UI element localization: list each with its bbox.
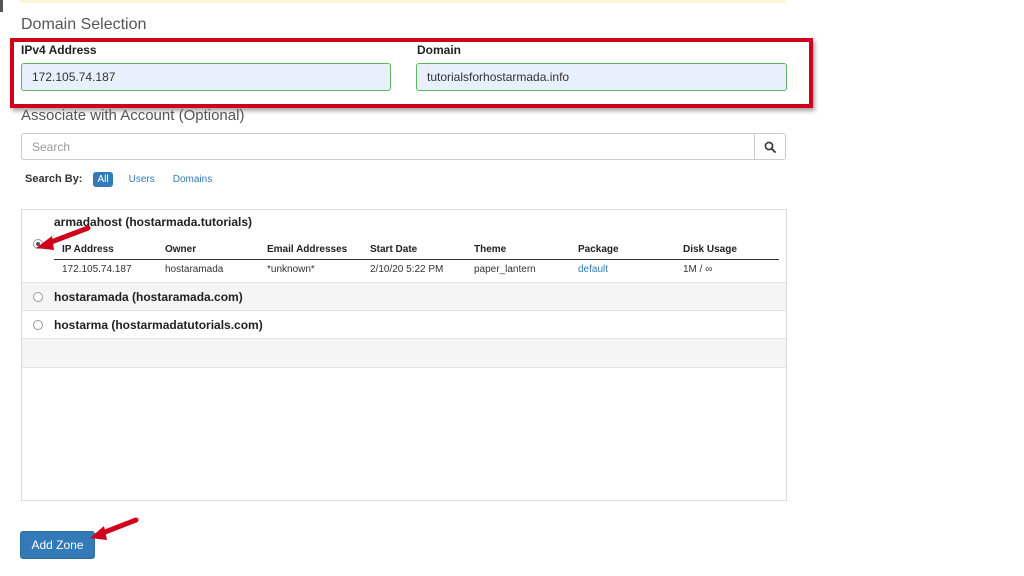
account-row[interactable]: hostaramada (hostaramada.com): [22, 283, 786, 311]
header-email-addresses: Email Addresses: [267, 244, 348, 255]
red-arrow-icon: [90, 517, 139, 540]
section-title: Domain Selection: [21, 16, 147, 33]
account-results-panel: armadahost (hostarmada.tutorials) IP Add…: [21, 209, 787, 501]
header-package: Package: [578, 244, 619, 255]
details-data-row: 172.105.74.187 hostaramada *unknown* 2/1…: [54, 260, 779, 280]
header-disk-usage: Disk Usage: [683, 244, 737, 255]
cell-theme: paper_lantern: [474, 264, 536, 275]
highlight-annotation: [10, 38, 813, 108]
header-start-date: Start Date: [370, 244, 418, 255]
notice-strip: [20, 0, 786, 3]
header-owner: Owner: [165, 244, 197, 255]
cell-start-date: 2/10/20 5:22 PM: [370, 264, 444, 275]
account-row[interactable]: armadahost (hostarmada.tutorials) IP Add…: [22, 210, 786, 283]
header-theme: Theme: [474, 244, 507, 255]
associate-title: Associate with Account (Optional): [21, 107, 245, 124]
search-button[interactable]: [754, 133, 786, 160]
account-details-table: IP Address Owner Email Addresses Start D…: [54, 242, 779, 280]
cell-owner: hostaramada: [165, 264, 224, 275]
cell-ip-address: 172.105.74.187: [62, 264, 132, 275]
search-by-label: Search By:: [25, 173, 83, 185]
account-row[interactable]: hostarma (hostarmadatutorials.com): [22, 311, 786, 339]
account-name: hostaramada (hostaramada.com): [54, 290, 243, 304]
account-radio[interactable]: [33, 320, 43, 330]
search-input[interactable]: [21, 133, 754, 160]
account-name: hostarma (hostarmadatutorials.com): [54, 318, 263, 332]
search-bar: [21, 133, 786, 160]
red-arrow-icon: [36, 225, 91, 250]
filter-users[interactable]: Users: [129, 174, 155, 185]
details-header-row: IP Address Owner Email Addresses Start D…: [54, 242, 779, 260]
cell-email-addresses: *unknown*: [267, 264, 315, 275]
filter-all[interactable]: All: [93, 171, 113, 187]
account-radio[interactable]: [33, 292, 43, 302]
search-by-filters: Search By: All Users Domains: [25, 170, 230, 188]
empty-row: [22, 339, 786, 368]
window-edge: [0, 0, 3, 12]
search-icon: [764, 141, 776, 153]
cell-package-link[interactable]: default: [578, 264, 608, 275]
cell-disk-usage: 1M / ∞: [683, 264, 713, 275]
filter-domains[interactable]: Domains: [173, 174, 212, 185]
